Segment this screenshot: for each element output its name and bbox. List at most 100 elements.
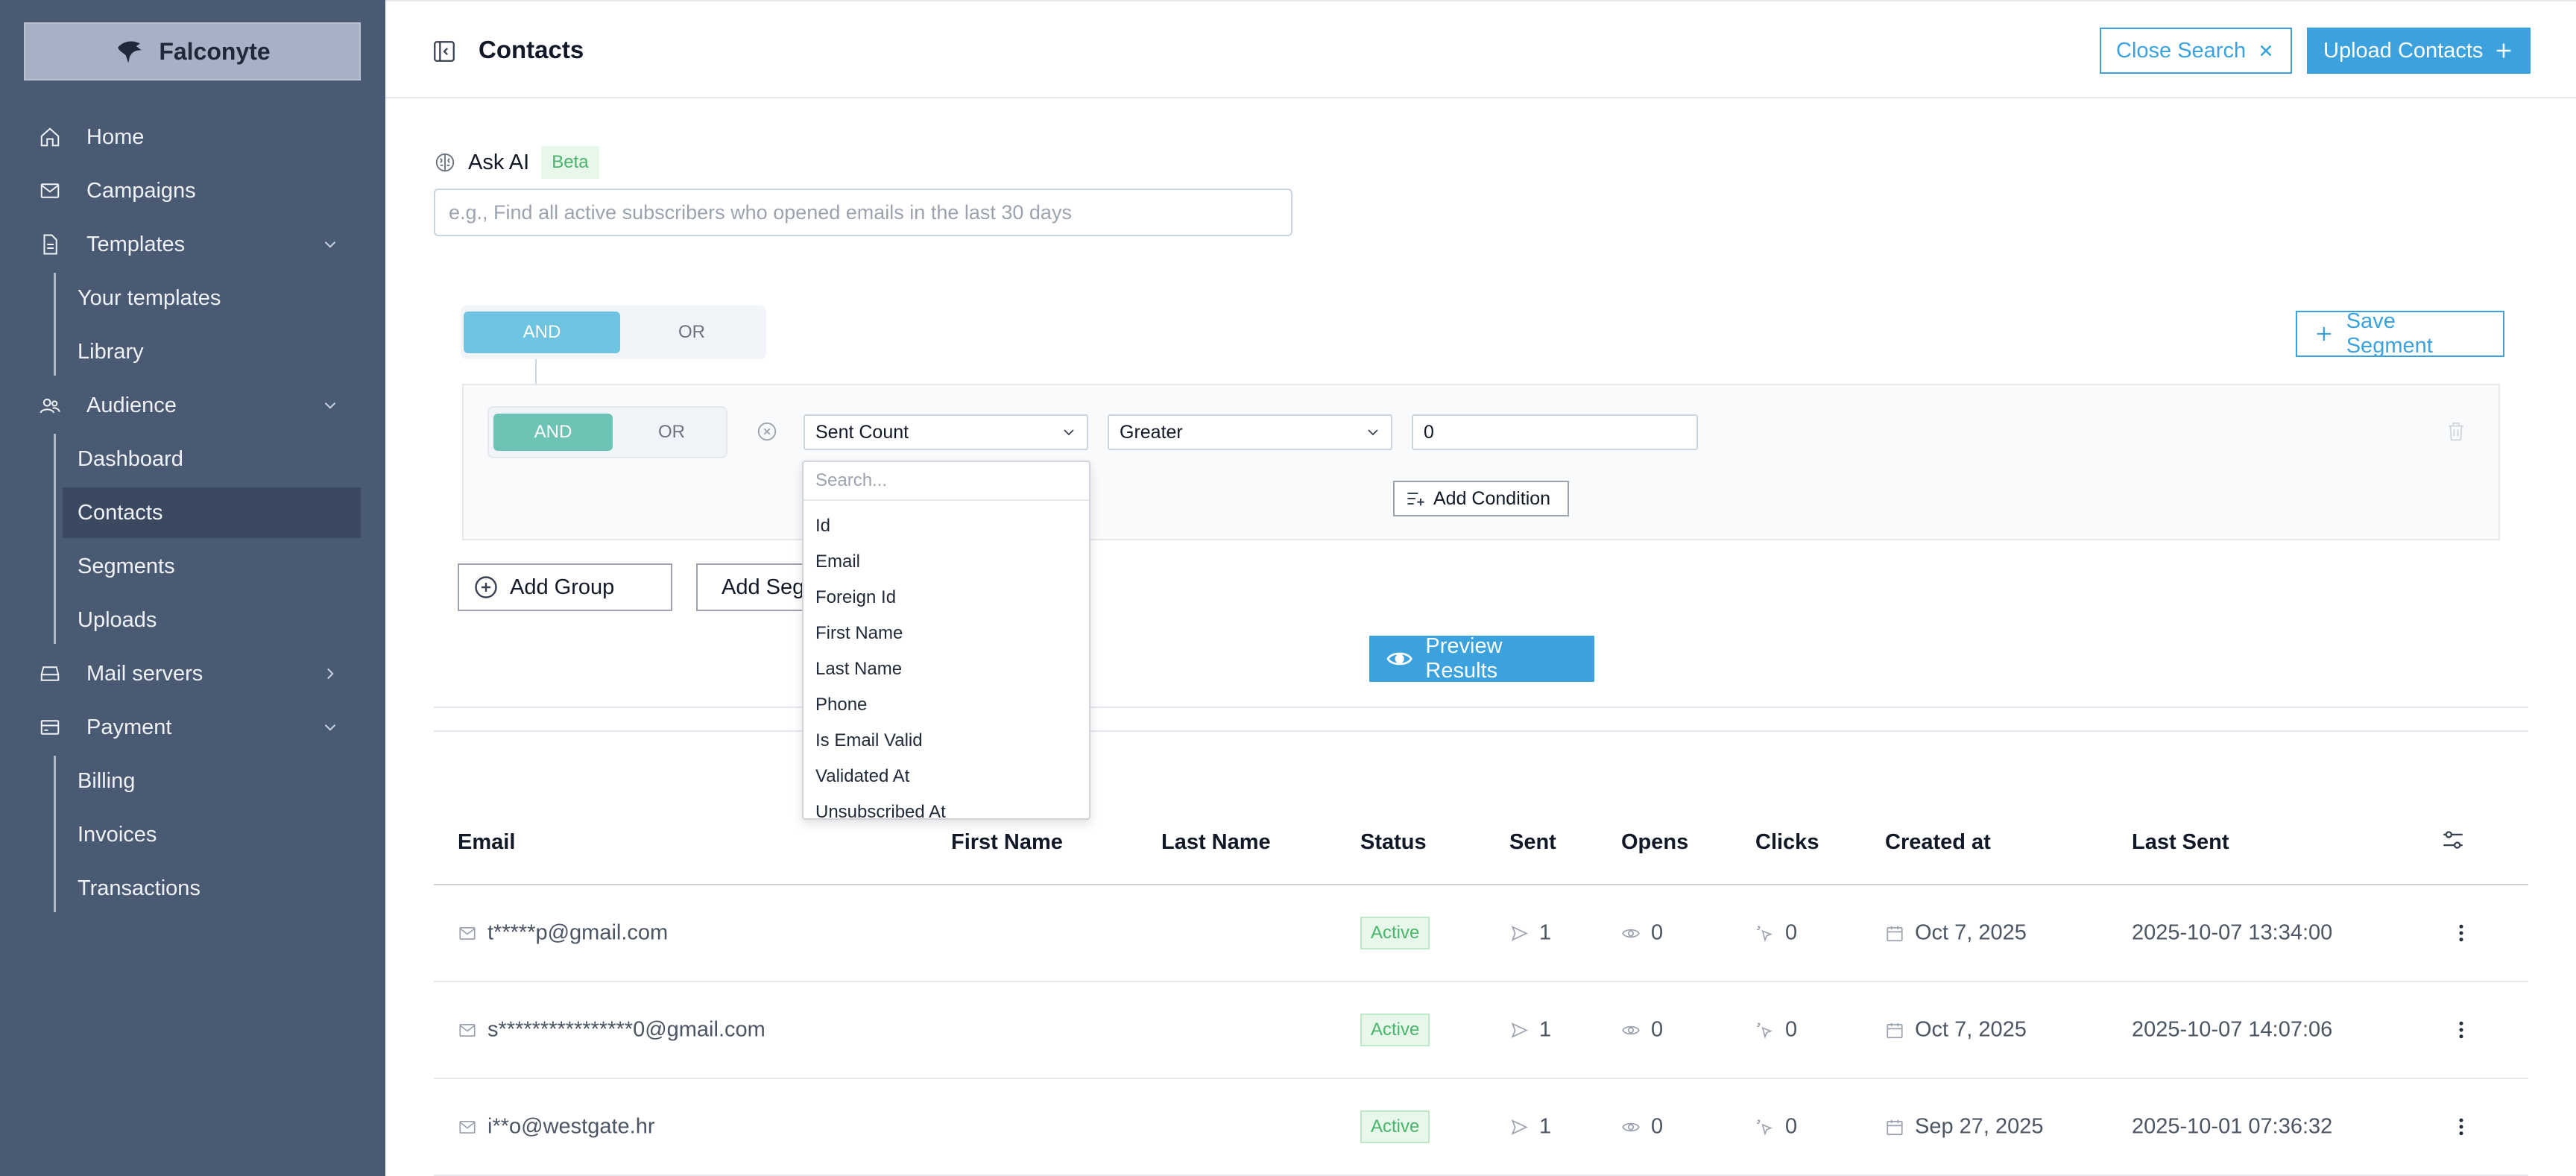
field-select[interactable]: Sent Count bbox=[804, 414, 1088, 450]
list-plus-icon bbox=[1407, 492, 1424, 506]
upload-contacts-label: Upload Contacts bbox=[2323, 38, 2484, 63]
sent-value: 1 bbox=[1539, 920, 1552, 945]
outer-and-button[interactable]: AND bbox=[464, 312, 620, 353]
sidebar-item-payment[interactable]: Payment bbox=[24, 702, 361, 753]
sidebar-item-label: Audience bbox=[86, 393, 177, 417]
column-header-sent[interactable]: Sent bbox=[1509, 830, 1556, 855]
more-vertical-icon[interactable] bbox=[2450, 1116, 2472, 1138]
remove-condition-icon[interactable] bbox=[756, 420, 778, 443]
sidebar-toggle-icon[interactable] bbox=[432, 39, 457, 64]
created-value: Sep 27, 2025 bbox=[1915, 1114, 2044, 1139]
table-row[interactable]: t*****p@gmail.com Active 1 0 0 Oct 7, 20… bbox=[434, 885, 2528, 982]
operator-select-value: Greater bbox=[1120, 421, 1183, 443]
beta-badge: Beta bbox=[541, 146, 599, 179]
sidebar-item-billing[interactable]: Billing bbox=[63, 756, 361, 806]
brand-logo[interactable]: Falconyte bbox=[24, 22, 361, 80]
outer-or-button[interactable]: OR bbox=[625, 312, 759, 353]
created-cell: Oct 7, 2025 bbox=[1885, 921, 2027, 946]
sidebar-item-audience[interactable]: Audience bbox=[24, 380, 361, 431]
preview-results-button[interactable]: Preview Results bbox=[1369, 634, 1594, 683]
eye-icon bbox=[1622, 1025, 1640, 1034]
sidebar-item-your-templates[interactable]: Your templates bbox=[63, 273, 361, 323]
sidebar-item-uploads[interactable]: Uploads bbox=[63, 595, 361, 645]
email-value: t*****p@gmail.com bbox=[487, 920, 669, 945]
field-select-value: Sent Count bbox=[815, 421, 909, 443]
table-row[interactable]: s****************0@gmail.com Active 1 0 … bbox=[434, 982, 2528, 1079]
more-vertical-icon[interactable] bbox=[2450, 1019, 2472, 1041]
dropdown-search-input[interactable]: Search... bbox=[804, 462, 1089, 501]
group-connector bbox=[535, 359, 537, 385]
upload-contacts-button[interactable]: Upload Contacts bbox=[2307, 28, 2531, 74]
sidebar-item-transactions[interactable]: Transactions bbox=[63, 863, 361, 914]
column-header-last-sent[interactable]: Last Sent bbox=[2132, 830, 2229, 855]
column-settings-icon[interactable] bbox=[2440, 827, 2466, 853]
sidebar-item-invoices[interactable]: Invoices bbox=[63, 809, 361, 860]
created-value: Oct 7, 2025 bbox=[1915, 920, 2027, 945]
ask-ai-row: Ask AI Beta bbox=[434, 146, 599, 179]
calendar-icon bbox=[1887, 1119, 1903, 1135]
clicks-cell: 0 bbox=[1755, 1115, 1797, 1139]
dropdown-option[interactable]: Email bbox=[804, 544, 1089, 580]
sidebar-item-home[interactable]: Home bbox=[24, 112, 361, 162]
send-icon bbox=[1511, 925, 1528, 941]
opens-value: 0 bbox=[1651, 1017, 1664, 1042]
add-condition-button[interactable]: Add Condition bbox=[1393, 481, 1569, 516]
column-header-first-name[interactable]: First Name bbox=[951, 830, 1063, 855]
dropdown-option[interactable]: Id bbox=[804, 508, 1089, 544]
chevron-down-icon bbox=[324, 241, 336, 248]
chevron-down-icon bbox=[1368, 429, 1378, 436]
sidebar-item-mail-servers[interactable]: Mail servers bbox=[24, 648, 361, 699]
save-segment-button[interactable]: Save Segment bbox=[2296, 309, 2504, 358]
column-header-status[interactable]: Status bbox=[1360, 830, 1427, 855]
dropdown-option[interactable]: Last Name bbox=[804, 651, 1089, 687]
value-input[interactable]: 0 bbox=[1412, 414, 1698, 450]
trash-icon[interactable] bbox=[2445, 420, 2467, 443]
opens-cell: 0 bbox=[1621, 921, 1663, 946]
sidebar-item-library[interactable]: Library bbox=[63, 326, 361, 377]
operator-select[interactable]: Greater bbox=[1108, 414, 1392, 450]
sent-value: 1 bbox=[1539, 1017, 1552, 1042]
submenu-line bbox=[54, 273, 56, 376]
dropdown-option[interactable]: First Name bbox=[804, 616, 1089, 651]
dropdown-option[interactable]: Validated At bbox=[804, 759, 1089, 794]
add-group-button[interactable]: Add Group bbox=[458, 563, 672, 611]
column-header-clicks[interactable]: Clicks bbox=[1755, 830, 1819, 855]
sidebar-item-contacts[interactable]: Contacts bbox=[63, 487, 361, 538]
sidebar-item-segments[interactable]: Segments bbox=[63, 541, 361, 592]
dropdown-option[interactable]: Is Email Valid bbox=[804, 723, 1089, 759]
sidebar-item-campaigns[interactable]: Campaigns bbox=[24, 165, 361, 216]
sidebar-item-templates[interactable]: Templates bbox=[24, 219, 361, 270]
dropdown-option[interactable]: Unsubscribed At bbox=[804, 794, 1089, 818]
table-row[interactable]: i**o@westgate.hr Active 1 0 0 Sep 27, 20… bbox=[434, 1079, 2528, 1176]
dropdown-option[interactable]: Phone bbox=[804, 687, 1089, 723]
chevron-down-icon bbox=[324, 402, 336, 409]
sidebar-item-label: Segments bbox=[78, 554, 175, 578]
more-vertical-icon[interactable] bbox=[2450, 922, 2472, 944]
last-sent-cell: 2025-10-01 07:36:32 bbox=[2132, 1114, 2333, 1139]
sidebar-item-dashboard[interactable]: Dashboard bbox=[63, 434, 361, 484]
created-cell: Oct 7, 2025 bbox=[1885, 1018, 2027, 1043]
calendar-icon bbox=[1887, 926, 1903, 941]
status-badge: Active bbox=[1360, 917, 1430, 949]
email-value: i**o@westgate.hr bbox=[487, 1114, 655, 1139]
sidebar-item-label: Campaigns bbox=[86, 178, 196, 203]
ask-ai-input[interactable]: e.g., Find all active subscribers who op… bbox=[434, 189, 1292, 236]
column-header-created-at[interactable]: Created at bbox=[1885, 830, 1991, 855]
table-header: Email First Name Last Name Status Sent O… bbox=[434, 805, 2528, 885]
column-header-email[interactable]: Email bbox=[458, 830, 515, 855]
contacts-table: Email First Name Last Name Status Sent O… bbox=[434, 805, 2528, 1176]
sidebar-item-label: Transactions bbox=[78, 876, 201, 900]
sidebar-item-label: Uploads bbox=[78, 607, 157, 632]
inner-or-button[interactable]: OR bbox=[623, 414, 720, 451]
send-icon bbox=[1511, 1119, 1528, 1135]
column-header-last-name[interactable]: Last Name bbox=[1161, 830, 1271, 855]
sent-value: 1 bbox=[1539, 1114, 1552, 1139]
close-search-button[interactable]: Close Search bbox=[2100, 28, 2293, 74]
clicks-value: 0 bbox=[1785, 920, 1798, 945]
home-icon bbox=[40, 127, 60, 147]
mail-icon bbox=[459, 1120, 476, 1134]
divider bbox=[434, 706, 2528, 708]
column-header-opens[interactable]: Opens bbox=[1621, 830, 1688, 855]
inner-and-button[interactable]: AND bbox=[493, 414, 613, 451]
dropdown-option[interactable]: Foreign Id bbox=[804, 580, 1089, 616]
